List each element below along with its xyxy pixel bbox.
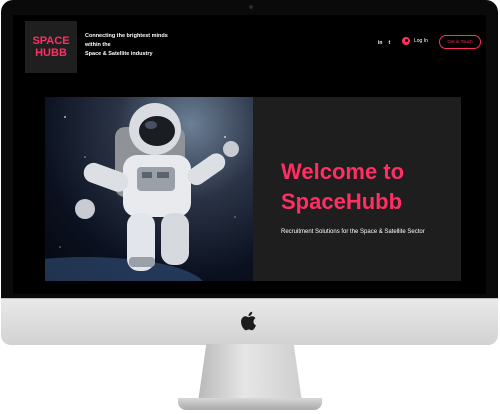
hero-title-line2: SpaceHubb	[281, 189, 403, 214]
social-links: in t	[378, 39, 390, 47]
login-label: Log In	[414, 38, 428, 44]
site-logo[interactable]: SPACE HUBB	[25, 21, 77, 73]
hero-title-line1: Welcome to	[281, 159, 405, 184]
tagline-line1: Connecting the brightest minds within th…	[85, 33, 168, 48]
monitor-stand	[198, 344, 302, 402]
user-icon	[402, 37, 410, 45]
logo-text-line2: HUBB	[35, 47, 67, 59]
apple-logo-icon	[241, 311, 256, 331]
astronaut-illustration	[45, 103, 239, 281]
twitter-icon[interactable]: t	[388, 39, 390, 47]
website-screen: SPACE HUBB Connecting the brightest mind…	[13, 15, 486, 294]
hero-subtitle: Recruitment Solutions for the Space & Sa…	[281, 229, 425, 235]
logo-text-line1: SPACE	[32, 35, 70, 47]
hero-panel: Welcome to SpaceHubb Recruitment Solutio…	[253, 97, 461, 281]
tagline-line2: Space & Satellite industry	[85, 51, 153, 57]
monitor-foot	[178, 398, 322, 410]
login-button[interactable]: Log In	[402, 37, 428, 45]
site-tagline: Connecting the brightest minds within th…	[85, 32, 185, 59]
imac-device: SPACE HUBB Connecting the brightest mind…	[0, 0, 500, 414]
linkedin-icon[interactable]: in	[378, 39, 382, 47]
hero-title: Welcome to SpaceHubb	[281, 157, 451, 217]
astronaut-image	[45, 97, 253, 281]
get-in-touch-button[interactable]: Get in Touch	[439, 35, 481, 49]
camera-dot	[249, 5, 253, 9]
